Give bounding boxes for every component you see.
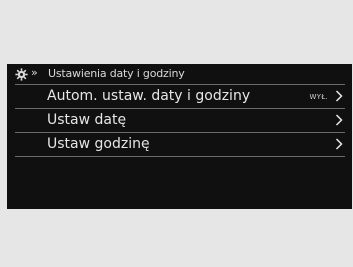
menu-item-set-date[interactable]: Ustaw datę [15, 109, 345, 131]
chevron-right-icon [335, 138, 343, 150]
menu-item-auto-date-time[interactable]: Autom. ustaw. daty i godziny WYŁ. [15, 85, 345, 107]
gear-icon [15, 68, 28, 81]
menu-divider [15, 156, 345, 157]
settings-screen: » Ustawienia daty i godziny Autom. ustaw… [7, 64, 352, 209]
page-title: Ustawienia daty i godziny [48, 67, 185, 80]
header-bar: » Ustawienia daty i godziny [7, 64, 352, 84]
chevron-right-icon [335, 90, 343, 102]
menu-item-label: Autom. ustaw. daty i godziny [47, 88, 251, 104]
page-frame: » Ustawienia daty i godziny Autom. ustaw… [0, 0, 353, 267]
menu-item-label: Ustaw godzinę [47, 136, 150, 152]
menu-item-status-value: WYŁ. [309, 93, 328, 101]
menu-item-label: Ustaw datę [47, 112, 127, 128]
chevron-right-icon [335, 114, 343, 126]
menu-item-set-time[interactable]: Ustaw godzinę [15, 133, 345, 155]
breadcrumb-separator: » [31, 66, 38, 79]
